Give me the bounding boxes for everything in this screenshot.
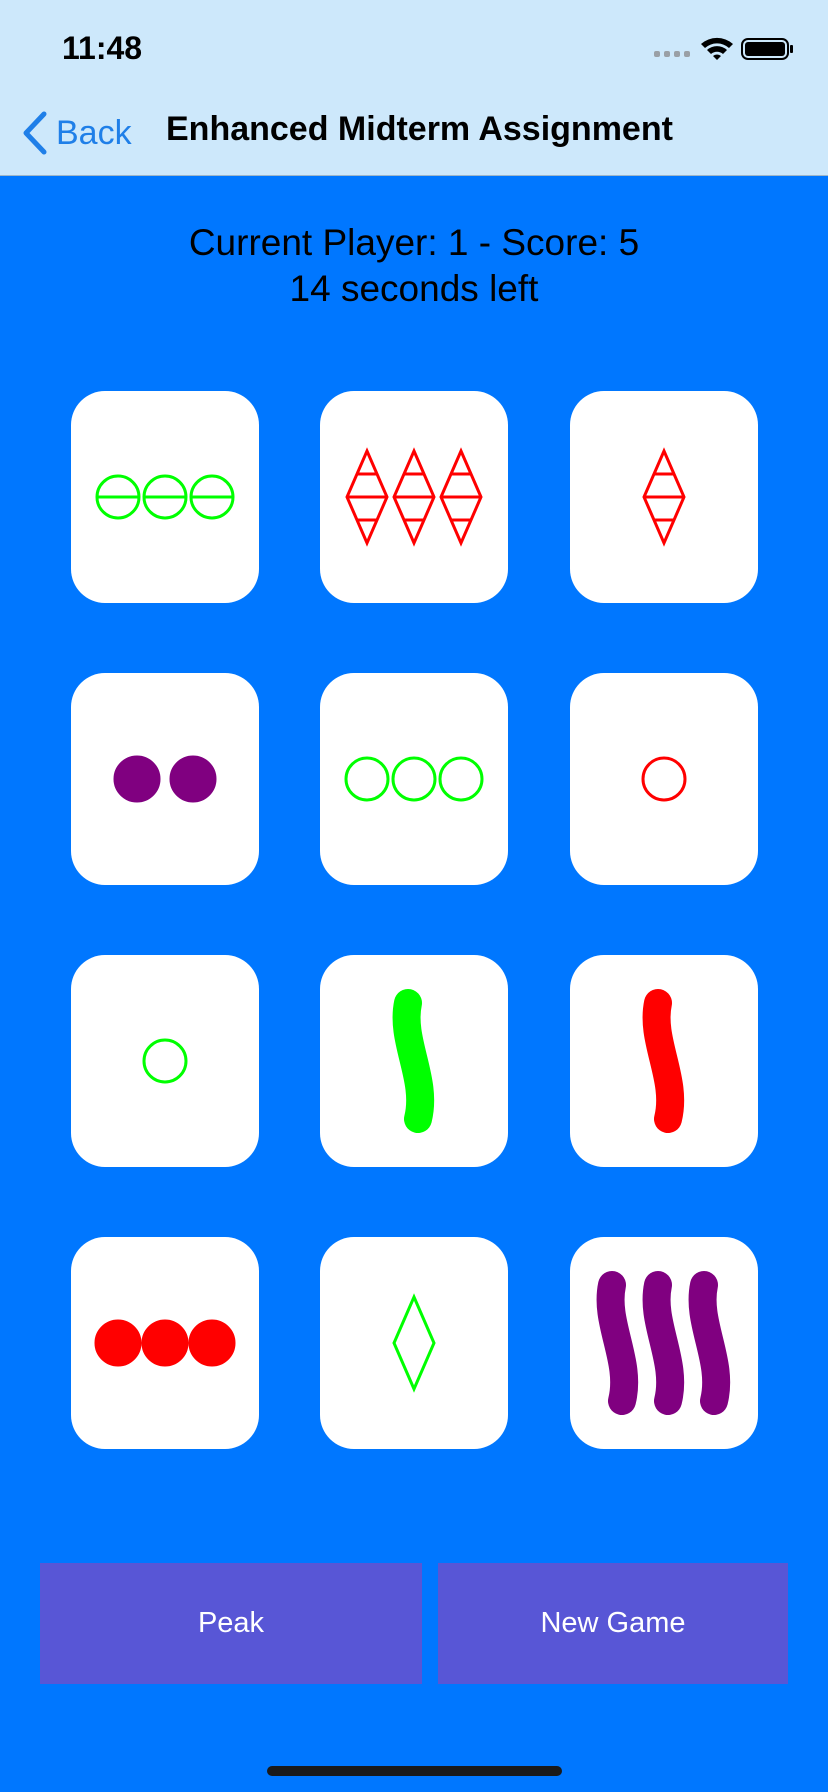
card-symbols: [642, 447, 686, 547]
cellular-signal-icon: [654, 51, 690, 57]
card-symbols: [94, 1319, 236, 1367]
diamond-symbol: [642, 447, 686, 547]
oval-symbol: [141, 1319, 189, 1367]
diamond-symbol: [439, 447, 483, 547]
squiggle-symbol: [642, 989, 685, 1133]
back-label: Back: [56, 113, 132, 152]
set-card[interactable]: [71, 955, 259, 1167]
set-card[interactable]: [71, 391, 259, 603]
card-symbols: [392, 989, 435, 1133]
page-title: Enhanced Midterm Assignment: [166, 110, 673, 148]
diamond-symbol: [392, 1293, 436, 1393]
battery-icon: [741, 38, 793, 60]
squiggle-symbol: [642, 1271, 685, 1415]
squiggle-symbol: [392, 989, 435, 1133]
oval-symbol: [189, 474, 235, 520]
oval-symbol: [438, 756, 484, 802]
set-card[interactable]: [570, 955, 758, 1167]
new-game-button[interactable]: New Game: [438, 1563, 788, 1684]
card-symbols: [345, 447, 483, 547]
status-icons: [654, 36, 794, 62]
set-card[interactable]: [570, 391, 758, 603]
wifi-icon: [701, 37, 733, 60]
card-symbols: [641, 756, 687, 802]
card-symbols: [392, 1293, 436, 1393]
set-card[interactable]: [320, 955, 508, 1167]
chevron-left-icon: [23, 111, 47, 155]
card-symbols: [596, 1271, 731, 1415]
diamond-symbol: [345, 447, 389, 547]
timer-text: 14 seconds left: [289, 268, 539, 309]
back-button[interactable]: Back: [22, 108, 132, 158]
squiggle-symbol: [596, 1271, 639, 1415]
oval-symbol: [188, 1319, 236, 1367]
navigation-bar: 11:48 Back Enhanced Midterm Assignment: [0, 0, 828, 176]
oval-symbol: [94, 1319, 142, 1367]
squiggle-symbol: [688, 1271, 731, 1415]
oval-symbol: [169, 755, 217, 803]
set-card[interactable]: [320, 673, 508, 885]
oval-symbol: [95, 474, 141, 520]
set-card[interactable]: [320, 1237, 508, 1449]
peak-button[interactable]: Peak: [40, 1563, 422, 1684]
current-player-score: Current Player: 1 - Score: 5: [188, 222, 640, 263]
card-symbols: [642, 989, 685, 1133]
oval-symbol: [142, 1038, 188, 1084]
card-symbols: [95, 474, 235, 520]
status-time: 11:48: [62, 30, 143, 66]
set-card[interactable]: [71, 673, 259, 885]
home-indicator: [267, 1766, 562, 1776]
oval-symbol: [391, 756, 437, 802]
oval-symbol: [641, 756, 687, 802]
card-symbols: [344, 756, 484, 802]
set-card[interactable]: [570, 673, 758, 885]
set-card[interactable]: [320, 391, 508, 603]
oval-symbol: [344, 756, 390, 802]
card-symbols: [113, 755, 217, 803]
oval-symbol: [142, 474, 188, 520]
set-card[interactable]: [71, 1237, 259, 1449]
set-card[interactable]: [570, 1237, 758, 1449]
oval-symbol: [113, 755, 161, 803]
diamond-symbol: [392, 447, 436, 547]
card-symbols: [142, 1038, 188, 1084]
